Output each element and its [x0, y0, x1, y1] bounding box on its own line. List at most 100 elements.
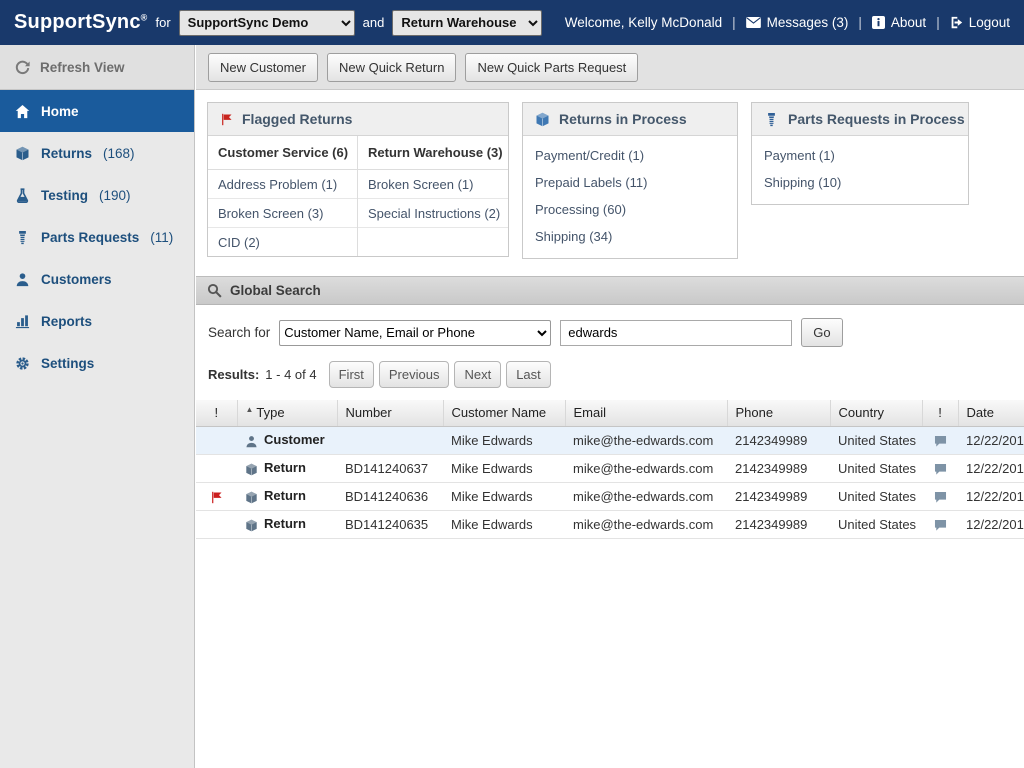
top-bar: SupportSync® for SupportSync Demo and Re…: [0, 0, 1024, 45]
returns-icon: [15, 146, 30, 161]
search-type-select[interactable]: Customer Name, Email or Phone: [279, 319, 552, 346]
first-page-button[interactable]: First: [328, 361, 374, 388]
cell-email: mike@the-edwards.com: [565, 426, 727, 455]
sidebar-item-testing[interactable]: Testing (190): [0, 174, 194, 216]
cell-type: Customer: [237, 426, 337, 455]
header-customer-name[interactable]: Customer Name: [443, 400, 566, 427]
action-toolbar: New Customer New Quick Return New Quick …: [196, 45, 1024, 90]
sidebar-item-home[interactable]: Home: [0, 90, 194, 132]
company-select[interactable]: SupportSync Demo: [178, 9, 355, 36]
table-row[interactable]: Return BD141240637 Mike Edwards mike@the…: [196, 454, 1024, 483]
search-input[interactable]: [560, 319, 793, 346]
table-row[interactable]: Customer Mike Edwards mike@the-edwards.c…: [196, 426, 1024, 455]
cell-phone: 2142349989: [727, 482, 830, 511]
cell-customer-name: Mike Edwards: [443, 426, 565, 455]
logout-link[interactable]: Logout: [950, 15, 1010, 30]
global-search-title: Global Search: [230, 283, 321, 298]
next-page-button[interactable]: Next: [454, 361, 502, 388]
cell-number: [337, 426, 443, 455]
sidebar-item-parts-requests[interactable]: Parts Requests (11): [0, 216, 194, 258]
sidebar-item-returns[interactable]: Returns (168): [0, 132, 194, 174]
header-number[interactable]: Number: [337, 400, 444, 427]
flagged-item-broken-screen-rw[interactable]: Broken Screen (1): [358, 170, 508, 199]
cell-phone: 2142349989: [727, 510, 830, 539]
header-country[interactable]: Country: [830, 400, 923, 427]
for-label: for: [155, 15, 171, 30]
last-page-button[interactable]: Last: [506, 361, 551, 388]
header-comment[interactable]: !: [922, 400, 959, 427]
welcome-text: Welcome, Kelly McDonald: [564, 15, 723, 30]
comment-icon: [934, 519, 947, 532]
search-icon: [207, 283, 222, 298]
flagged-item-address-problem[interactable]: Address Problem (1): [208, 170, 357, 199]
sidebar-item-customers[interactable]: Customers: [0, 258, 194, 300]
flagged-item-special-instructions[interactable]: Special Instructions (2): [358, 199, 508, 228]
cell-comment[interactable]: [922, 510, 958, 539]
about-link[interactable]: About: [872, 15, 926, 30]
header-email[interactable]: Email: [565, 400, 728, 427]
main-content: New Customer New Quick Return New Quick …: [196, 45, 1024, 768]
cell-flag: [196, 482, 237, 511]
cell-phone: 2142349989: [727, 454, 830, 483]
header-date[interactable]: Date: [958, 400, 1024, 427]
cell-country: United States: [830, 482, 922, 511]
table-row[interactable]: Return BD141240636 Mike Edwards mike@the…: [196, 482, 1024, 511]
parts-item-shipping[interactable]: Shipping (10): [752, 169, 968, 196]
comment-icon: [934, 435, 947, 448]
returns-item-processing[interactable]: Processing (60): [523, 196, 737, 223]
cell-type: Return: [237, 454, 337, 483]
go-button[interactable]: Go: [801, 318, 843, 347]
messages-link[interactable]: Messages (3): [746, 15, 848, 30]
cell-date: 12/22/201: [958, 510, 1024, 539]
parts-icon: [764, 112, 779, 127]
settings-icon: [15, 356, 30, 371]
cell-country: United States: [830, 454, 922, 483]
flagged-returns-header: Flagged Returns: [208, 103, 508, 136]
new-quick-return-button[interactable]: New Quick Return: [326, 52, 457, 82]
results-pagination: Results: 1 - 4 of 4 First Previous Next …: [196, 357, 1024, 400]
cell-comment[interactable]: [922, 426, 958, 455]
parts-requests-header: Parts Requests in Process: [752, 103, 968, 136]
sidebar: Refresh View Home Returns (168) Testing (1…: [0, 45, 195, 768]
panel-flagged-returns: Flagged Returns Customer Service (6) Add…: [207, 102, 509, 257]
box-icon: [245, 519, 258, 532]
flag-icon: [210, 491, 223, 504]
parts-icon: [15, 230, 30, 245]
panel-title: Parts Requests in Process: [788, 111, 965, 127]
flagged-item-broken-screen-cs[interactable]: Broken Screen (3): [208, 199, 357, 228]
cell-date: 12/22/201: [958, 482, 1024, 511]
new-quick-parts-request-button[interactable]: New Quick Parts Request: [465, 52, 639, 82]
returns-item-shipping[interactable]: Shipping (34): [523, 223, 737, 250]
refresh-view-button[interactable]: Refresh View: [0, 45, 194, 90]
returns-in-process-header: Returns in Process: [523, 103, 737, 136]
flagged-group-return-warehouse[interactable]: Return Warehouse (3): [358, 136, 508, 170]
previous-page-button[interactable]: Previous: [378, 361, 450, 388]
table-row[interactable]: Return BD141240635 Mike Edwards mike@the…: [196, 510, 1024, 539]
separator: |: [858, 15, 862, 30]
separator: |: [732, 15, 736, 30]
panel-parts-requests-in-process: Parts Requests in Process Payment (1) Sh…: [751, 102, 969, 205]
returns-item-prepaid-labels[interactable]: Prepaid Labels (11): [523, 169, 737, 196]
flagged-item-cid[interactable]: CID (2): [208, 228, 357, 256]
cell-date: 12/22/201: [958, 454, 1024, 483]
cell-comment[interactable]: [922, 454, 958, 483]
warehouse-select[interactable]: Return Warehouse: [392, 9, 543, 36]
header-type[interactable]: ▲ Type: [237, 400, 338, 427]
cell-country: United States: [830, 426, 922, 455]
new-customer-button[interactable]: New Customer: [208, 52, 318, 82]
flagged-group-customer-service[interactable]: Customer Service (6): [208, 136, 357, 170]
search-for-label: Search for: [208, 325, 271, 340]
header-phone[interactable]: Phone: [727, 400, 831, 427]
sidebar-item-reports[interactable]: Reports: [0, 300, 194, 342]
cell-number: BD141240635: [337, 510, 443, 539]
cell-comment[interactable]: [922, 482, 958, 511]
sidebar-item-settings[interactable]: Settings: [0, 342, 194, 384]
cell-date: 12/22/201: [958, 426, 1024, 455]
header-flag[interactable]: !: [196, 400, 238, 427]
returns-item-payment-credit[interactable]: Payment/Credit (1): [523, 142, 737, 169]
results-range: 1 - 4 of 4: [265, 367, 317, 382]
comment-icon: [934, 463, 947, 476]
home-icon: [15, 104, 30, 119]
results-table: ! ▲ Type Number Customer Name Email Phone…: [196, 400, 1024, 539]
parts-item-payment[interactable]: Payment (1): [752, 142, 968, 169]
